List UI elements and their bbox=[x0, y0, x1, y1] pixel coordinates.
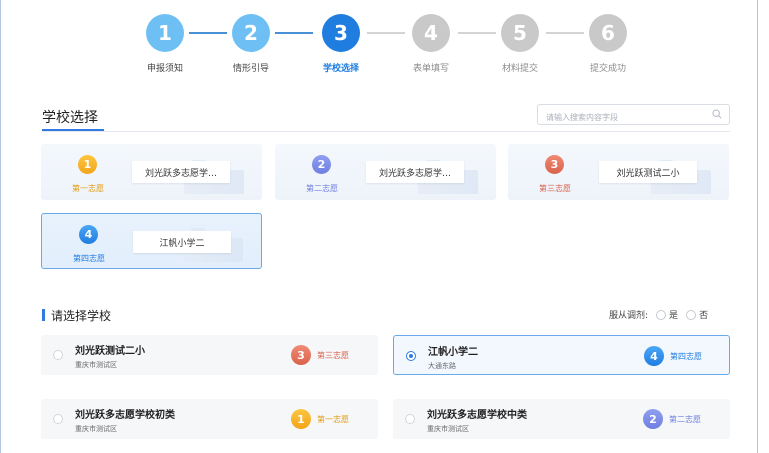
choice-card-2[interactable]: 2 第二志愿 刘光跃多志愿学… bbox=[275, 144, 496, 200]
search-icon[interactable] bbox=[712, 109, 722, 119]
school-radio[interactable] bbox=[53, 350, 63, 360]
choice-card-1[interactable]: 1 第一志愿 刘光跃多志愿学… bbox=[41, 144, 262, 200]
preference-number-badge: 4 bbox=[644, 346, 664, 366]
list-title: 请选择学校 bbox=[51, 309, 112, 323]
step-label: 材料提交 bbox=[501, 64, 538, 74]
adjust-no-radio[interactable] bbox=[686, 309, 697, 320]
school-address: 重庆市测试区 bbox=[427, 425, 469, 433]
step-3[interactable]: 3 学校选择 bbox=[301, 10, 381, 74]
preference-number-badge: 2 bbox=[643, 409, 663, 429]
preference-label: 第一志愿 bbox=[317, 415, 349, 424]
adjust-yes-label[interactable]: 是 bbox=[669, 308, 678, 321]
adjust-yes-radio[interactable] bbox=[656, 309, 667, 320]
step-6: 6 提交成功 bbox=[568, 10, 648, 74]
section-title: 学校选择 bbox=[42, 110, 98, 126]
preference-number-badge: 4 bbox=[79, 225, 98, 244]
step-label: 情形引导 bbox=[232, 64, 269, 74]
step-number: 4 bbox=[408, 10, 454, 56]
choice-card-4[interactable]: 4 第四志愿 江帆小学二 bbox=[41, 213, 262, 269]
chosen-school-name: 刘光跃测试二小 bbox=[599, 161, 697, 183]
step-label: 申报须知 bbox=[146, 64, 183, 74]
preference-number-badge: 1 bbox=[291, 409, 311, 429]
preference-label: 第四志愿 bbox=[73, 254, 105, 263]
preference-label: 第二志愿 bbox=[306, 184, 338, 193]
preference-number-badge: 2 bbox=[312, 155, 331, 174]
school-name: 刘光跃多志愿学校初类 bbox=[75, 410, 175, 421]
step-label: 学校选择 bbox=[322, 64, 359, 74]
step-number: 5 bbox=[497, 10, 543, 56]
step-5: 5 材料提交 bbox=[480, 10, 560, 74]
preference-label: 第二志愿 bbox=[669, 415, 701, 424]
school-radio[interactable] bbox=[405, 414, 415, 424]
step-number: 1 bbox=[142, 10, 188, 56]
school-name: 江帆小学二 bbox=[428, 347, 478, 358]
school-radio[interactable] bbox=[53, 414, 63, 424]
list-title-accent bbox=[42, 309, 45, 321]
step-number: 3 bbox=[318, 10, 364, 56]
step-4: 4 表单填写 bbox=[391, 10, 471, 74]
school-name: 刘光跃多志愿学校中类 bbox=[427, 410, 527, 421]
progress-stepper: 1 申报须知 2 情形引导 3 学校选择 4 表单填写 5 材料提交 6 提交成… bbox=[0, 0, 769, 80]
chosen-school-name: 刘光跃多志愿学… bbox=[366, 161, 464, 183]
school-address: 重庆市测试区 bbox=[75, 425, 117, 433]
step-label: 表单填写 bbox=[412, 64, 449, 74]
preference-number-badge: 1 bbox=[78, 155, 97, 174]
preference-label: 第三志愿 bbox=[539, 184, 571, 193]
school-radio[interactable] bbox=[406, 351, 416, 361]
step-label: 提交成功 bbox=[589, 64, 626, 74]
school-option-4[interactable]: 刘光跃多志愿学校中类 重庆市测试区 2 第二志愿 bbox=[393, 399, 730, 439]
search-input[interactable] bbox=[538, 108, 698, 127]
chosen-school-name: 江帆小学二 bbox=[133, 231, 231, 253]
step-2[interactable]: 2 情形引导 bbox=[211, 10, 291, 74]
adjust-no-label[interactable]: 否 bbox=[699, 308, 708, 321]
choice-card-3[interactable]: 3 第三志愿 刘光跃测试二小 bbox=[508, 144, 729, 200]
school-option-3[interactable]: 刘光跃多志愿学校初类 重庆市测试区 1 第一志愿 bbox=[41, 399, 378, 439]
step-number: 6 bbox=[585, 10, 631, 56]
school-address: 重庆市测试区 bbox=[75, 361, 117, 369]
school-name: 刘光跃测试二小 bbox=[75, 346, 145, 357]
school-address: 大通东路 bbox=[428, 362, 456, 370]
step-number: 2 bbox=[228, 10, 274, 56]
search-box bbox=[537, 104, 730, 127]
preference-label: 第三志愿 bbox=[317, 351, 349, 360]
preference-number-badge: 3 bbox=[545, 155, 564, 174]
school-option-2[interactable]: 江帆小学二 大通东路 4 第四志愿 bbox=[393, 335, 730, 375]
adjustment-label: 服从调剂: bbox=[609, 311, 649, 321]
chosen-school-name: 刘光跃多志愿学… bbox=[132, 161, 230, 183]
adjustment-option: 服从调剂: 是 否 bbox=[609, 308, 708, 321]
section-divider bbox=[42, 131, 730, 132]
school-option-1[interactable]: 刘光跃测试二小 重庆市测试区 3 第三志愿 bbox=[41, 335, 378, 375]
preference-label: 第四志愿 bbox=[670, 352, 702, 361]
step-1[interactable]: 1 申报须知 bbox=[125, 10, 205, 74]
preference-label: 第一志愿 bbox=[72, 184, 104, 193]
preference-number-badge: 3 bbox=[291, 345, 311, 365]
